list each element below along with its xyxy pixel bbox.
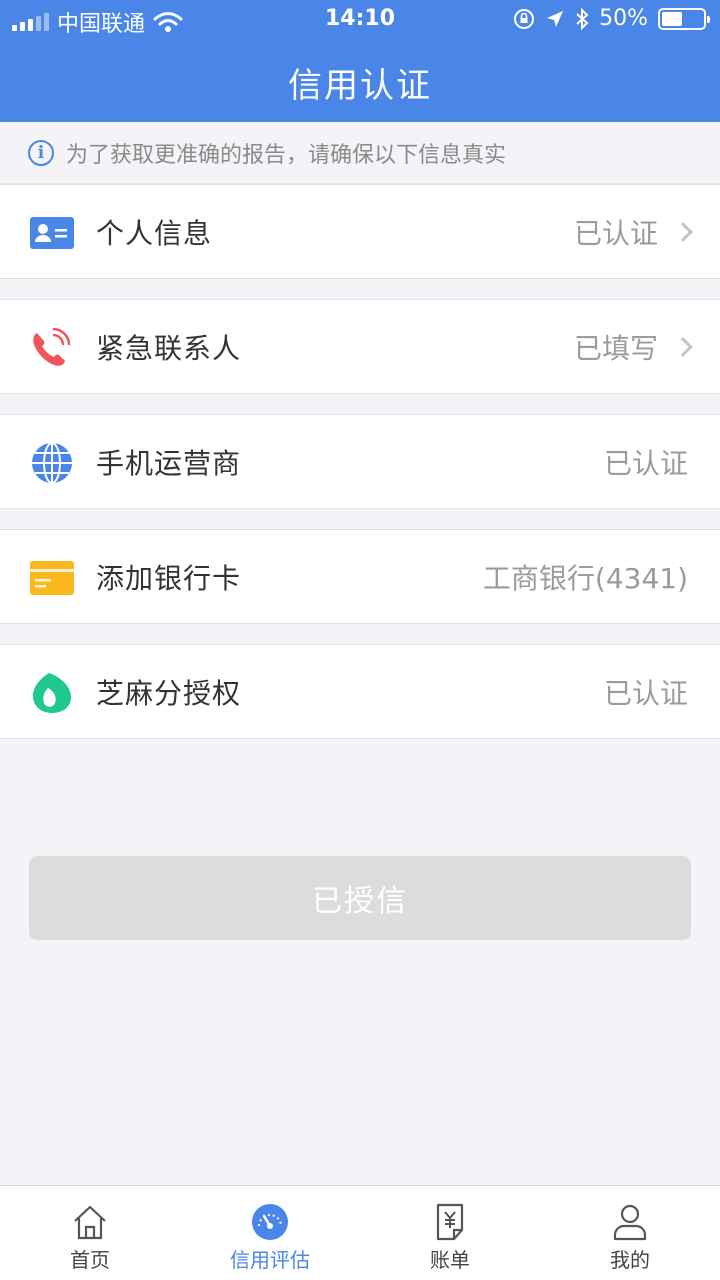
bluetooth-icon bbox=[576, 7, 589, 30]
location-arrow-icon bbox=[547, 10, 564, 27]
item-label: 添加银行卡 bbox=[96, 561, 242, 595]
notice-bar: i 为了获取更准确的报告，请确保以下信息真实 bbox=[0, 122, 720, 184]
bill-icon bbox=[436, 1203, 464, 1241]
item-label: 个人信息 bbox=[96, 216, 213, 250]
status-bar: 中国联通 14:10 50% bbox=[0, 0, 720, 40]
sesame-icon bbox=[33, 673, 71, 713]
status-right: 50% bbox=[513, 6, 710, 31]
gauge-icon bbox=[252, 1204, 288, 1240]
item-mobile-carrier[interactable]: 手机运营商 已认证 bbox=[0, 414, 720, 509]
item-label: 紧急联系人 bbox=[96, 331, 242, 365]
user-icon bbox=[613, 1204, 647, 1241]
tab-label: 首页 bbox=[70, 1248, 110, 1272]
id-card-icon bbox=[30, 217, 74, 249]
tab-bar: 首页 信用评估 账单 我的 bbox=[0, 1185, 720, 1280]
item-status: 已认证 bbox=[573, 216, 658, 250]
item-label: 手机运营商 bbox=[96, 446, 242, 480]
phone-icon bbox=[33, 327, 71, 366]
item-status: 已填写 bbox=[573, 331, 658, 365]
home-icon bbox=[74, 1205, 106, 1240]
battery-percent: 50% bbox=[599, 6, 648, 31]
authorized-button[interactable]: 已授信 bbox=[29, 856, 691, 940]
tab-label: 我的 bbox=[610, 1248, 650, 1272]
top-bar: 中国联通 14:10 50% 信用认证 bbox=[0, 0, 720, 122]
rotation-lock-icon bbox=[514, 8, 535, 29]
globe-icon bbox=[32, 442, 72, 484]
tab-home[interactable]: 首页 bbox=[0, 1186, 180, 1280]
page-title: 信用认证 bbox=[288, 66, 432, 106]
item-status: 已认证 bbox=[603, 676, 688, 710]
item-status: 工商银行(4341) bbox=[482, 561, 688, 595]
notice-text: 为了获取更准确的报告，请确保以下信息真实 bbox=[66, 142, 507, 168]
bank-card-icon bbox=[30, 561, 74, 595]
item-emergency-contact[interactable]: 紧急联系人 已填写 bbox=[0, 299, 720, 394]
chevron-right-icon bbox=[673, 336, 693, 357]
battery-icon bbox=[658, 7, 710, 30]
item-status: 已认证 bbox=[603, 446, 688, 480]
item-personal-info[interactable]: 个人信息 已认证 bbox=[0, 184, 720, 279]
item-bank-card[interactable]: 添加银行卡 工商银行(4341) bbox=[0, 529, 720, 624]
tab-label: 信用评估 bbox=[230, 1248, 310, 1272]
tab-label: 账单 bbox=[430, 1248, 470, 1272]
item-label: 芝麻分授权 bbox=[96, 676, 242, 710]
tab-bill[interactable]: 账单 bbox=[360, 1186, 540, 1280]
item-sesame-credit[interactable]: 芝麻分授权 已认证 bbox=[0, 644, 720, 739]
tab-credit-evaluation[interactable]: 信用评估 bbox=[180, 1186, 360, 1280]
tab-mine[interactable]: 我的 bbox=[540, 1186, 720, 1280]
chevron-right-icon bbox=[673, 221, 693, 242]
info-icon: i bbox=[28, 139, 54, 166]
